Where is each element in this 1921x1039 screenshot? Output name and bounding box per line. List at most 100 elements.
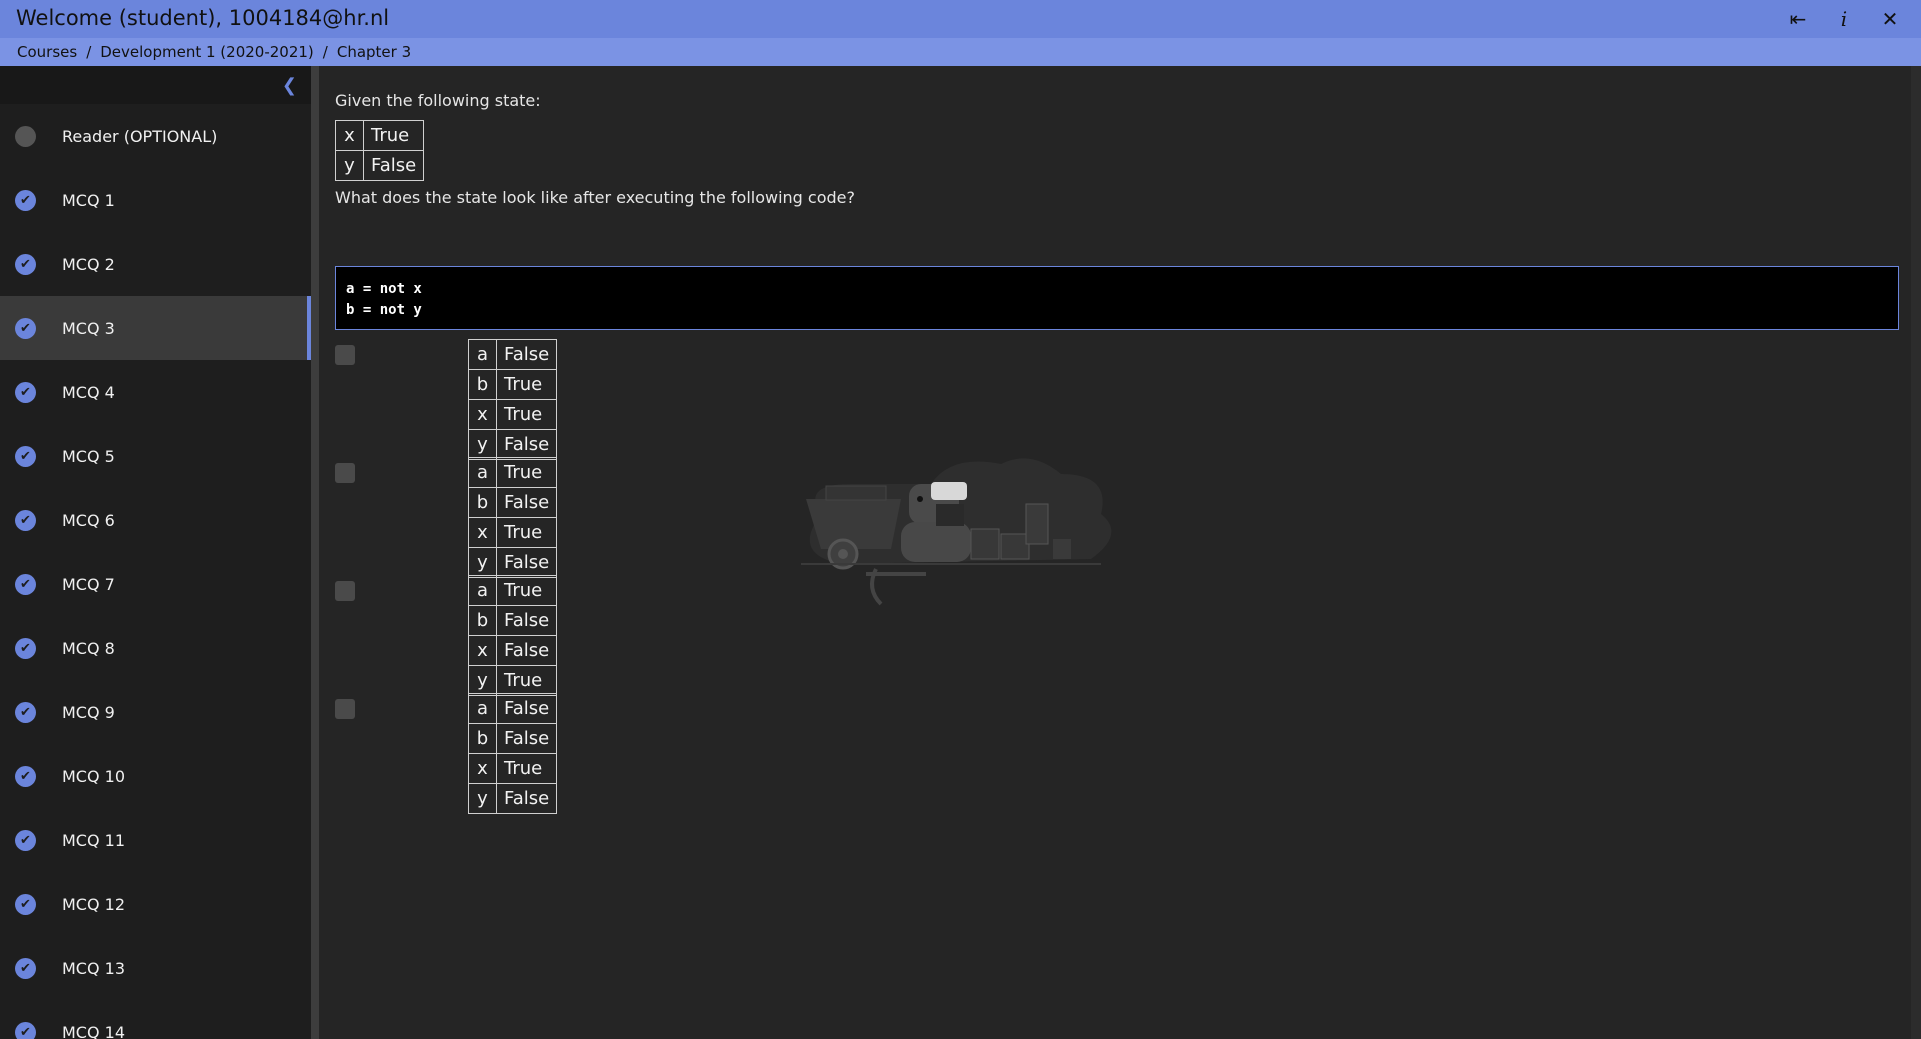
- sidebar-item[interactable]: ✔ MCQ 9: [0, 680, 311, 744]
- state-variable: a: [468, 339, 497, 370]
- sidebar-item[interactable]: ✔ MCQ 3: [0, 296, 311, 360]
- state-value: False: [495, 487, 558, 518]
- state-row: y False: [335, 150, 425, 181]
- initial-state-table: x True y False: [335, 120, 425, 181]
- sidebar-item-label: MCQ 6: [62, 510, 115, 530]
- state-variable: x: [468, 753, 497, 784]
- state-variable: y: [468, 547, 497, 578]
- sidebar-item-label: MCQ 1: [62, 190, 115, 210]
- content-scrollbar[interactable]: [1911, 66, 1921, 1039]
- sidebar-item[interactable]: ✔ MCQ 1: [0, 168, 311, 232]
- breadcrumb-course[interactable]: Development 1 (2020-2021): [100, 43, 314, 61]
- sidebar-item[interactable]: ✔ MCQ 8: [0, 616, 311, 680]
- sidebar-item-label: MCQ 13: [62, 958, 126, 978]
- code-line: b = not y: [346, 302, 422, 318]
- question-intro: Given the following state:: [335, 91, 541, 110]
- sidebar-item[interactable]: ✔ MCQ 11: [0, 808, 311, 872]
- checkmark-icon: ✔: [15, 317, 36, 339]
- state-value: False: [495, 605, 558, 636]
- answer-checkbox[interactable]: [335, 699, 355, 719]
- sidebar-item[interactable]: ✔ MCQ 13: [0, 936, 311, 1000]
- sidebar-item[interactable]: ✔ MCQ 5: [0, 424, 311, 488]
- state-variable: y: [468, 783, 497, 814]
- sidebar: ❮ Reader (OPTIONAL) ✔ MCQ 1 ✔ MCQ 2 ✔ MCQ 3 ✔ MC…: [0, 66, 311, 1039]
- state-row: b False: [468, 487, 558, 518]
- checkmark-icon: ✔: [15, 829, 36, 851]
- state-variable: x: [468, 399, 497, 430]
- state-row: a False: [468, 339, 558, 370]
- state-row: a True: [468, 457, 558, 488]
- state-value: False: [495, 693, 558, 724]
- sidebar-item[interactable]: ✔ MCQ 7: [0, 552, 311, 616]
- state-row: x True: [468, 399, 558, 430]
- state-row: y True: [468, 665, 558, 696]
- sidebar-item[interactable]: ✔ MCQ 6: [0, 488, 311, 552]
- state-row: x True: [468, 517, 558, 548]
- sidebar-item[interactable]: ✔ MCQ 12: [0, 872, 311, 936]
- state-row: x False: [468, 635, 558, 666]
- checkmark-icon: ✔: [15, 701, 36, 723]
- state-row: a True: [468, 575, 558, 606]
- state-variable: x: [335, 120, 364, 151]
- sidebar-item[interactable]: ✔ MCQ 4: [0, 360, 311, 424]
- state-value: False: [495, 635, 558, 666]
- sidebar-item-label: MCQ 3: [62, 318, 115, 338]
- answer-checkbox[interactable]: [335, 581, 355, 601]
- sidebar-items: Reader (OPTIONAL) ✔ MCQ 1 ✔ MCQ 2 ✔ MCQ 3 ✔ MCQ …: [0, 104, 311, 1039]
- breadcrumb-separator: /: [86, 43, 92, 61]
- answer-checkbox[interactable]: [335, 345, 355, 365]
- breadcrumb-chapter[interactable]: Chapter 3: [337, 43, 411, 61]
- info-icon[interactable]: i: [1821, 7, 1867, 31]
- sidebar-collapse-button[interactable]: ❮: [0, 66, 311, 104]
- state-value: True: [495, 457, 558, 488]
- state-variable: y: [468, 429, 497, 460]
- state-variable: a: [468, 457, 497, 488]
- sidebar-item[interactable]: ✔ MCQ 2: [0, 232, 311, 296]
- sidebar-resize-handle[interactable]: [311, 66, 319, 1039]
- state-row: a False: [468, 693, 558, 724]
- state-variable: y: [468, 665, 497, 696]
- state-value: True: [362, 120, 425, 151]
- breadcrumb-separator: /: [322, 43, 328, 61]
- answer-option-table: a True b False x True y False: [468, 457, 558, 578]
- state-value: False: [495, 783, 558, 814]
- state-variable: a: [468, 693, 497, 724]
- logout-icon[interactable]: ⇤: [1775, 7, 1821, 31]
- checkmark-icon: ✔: [15, 573, 36, 595]
- state-value: False: [495, 723, 558, 754]
- state-value: True: [495, 399, 558, 430]
- sidebar-item-label: MCQ 4: [62, 382, 115, 402]
- checkmark-icon: ✔: [15, 957, 36, 979]
- sidebar-item[interactable]: ✔ MCQ 10: [0, 744, 311, 808]
- sidebar-item-label: MCQ 14: [62, 1022, 126, 1039]
- state-value: True: [495, 369, 558, 400]
- state-row: b False: [468, 605, 558, 636]
- sidebar-item[interactable]: Reader (OPTIONAL): [0, 104, 311, 168]
- state-value: True: [495, 575, 558, 606]
- state-row: x True: [335, 120, 425, 151]
- state-variable: y: [335, 150, 364, 181]
- answer-option-table: a False b False x True y False: [468, 693, 558, 814]
- window-actions: ⇤ i ✕: [1775, 0, 1913, 38]
- checkmark-icon: ✔: [15, 253, 36, 275]
- breadcrumb-courses[interactable]: Courses: [17, 43, 77, 61]
- sidebar-item-label: MCQ 11: [62, 830, 126, 850]
- close-icon[interactable]: ✕: [1867, 7, 1913, 31]
- sidebar-item-label: MCQ 5: [62, 446, 115, 466]
- code-line: a = not x: [346, 281, 422, 297]
- checkmark-icon: ✔: [15, 189, 36, 211]
- state-row: b True: [468, 369, 558, 400]
- checkmark-icon: ✔: [15, 445, 36, 467]
- state-value: True: [495, 517, 558, 548]
- code-block: a = not x b = not y: [335, 266, 1899, 330]
- state-variable: a: [468, 575, 497, 606]
- state-variable: b: [468, 487, 497, 518]
- answer-checkbox[interactable]: [335, 463, 355, 483]
- state-row: b False: [468, 723, 558, 754]
- state-value: True: [495, 753, 558, 784]
- sidebar-item[interactable]: ✔ MCQ 14: [0, 1000, 311, 1039]
- state-row: y False: [468, 547, 558, 578]
- state-variable: x: [468, 517, 497, 548]
- sidebar-item-label: Reader (OPTIONAL): [62, 126, 218, 146]
- sidebar-item-label: MCQ 2: [62, 254, 115, 274]
